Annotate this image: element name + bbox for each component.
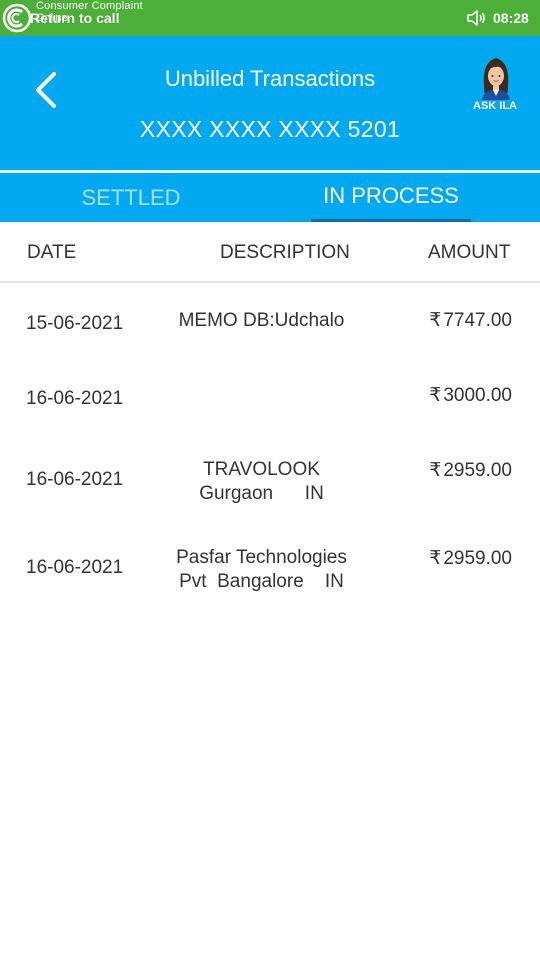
table-row[interactable]: 16-06-2021 ₹3000.00	[0, 358, 540, 433]
row-amount-value: 7747.00	[443, 310, 512, 331]
ask-ila-label[interactable]: ASK ILA	[473, 100, 517, 112]
tab-settled[interactable]: SETTLED	[40, 173, 222, 222]
page-title: Unbilled Transactions	[164, 66, 376, 91]
row-amount: ₹2959.00	[429, 459, 512, 482]
row-amount-value: 3000.00	[443, 385, 512, 406]
ask-ila-avatar-icon[interactable]	[472, 54, 520, 134]
row-description: TRAVOLOOK Gurgaon IN	[199, 459, 324, 504]
row-description: MEMO DB:Udchalo	[178, 310, 345, 331]
rupee-symbol: ₹	[429, 548, 442, 569]
card-number: XXXX XXXX XXXX 5201	[139, 116, 401, 142]
table-row[interactable]: 15-06-2021 MEMO DB:Udchalo ₹7747.00	[0, 283, 540, 358]
table-row[interactable]: 16-06-2021 Pasfar Technologies Pvt Banga…	[0, 521, 540, 609]
table-header: DATE DESCRIPTION AMOUNT	[0, 222, 540, 283]
clock: 08:28	[493, 10, 529, 26]
rupee-symbol: ₹	[429, 385, 442, 406]
rupee-symbol: ₹	[429, 310, 442, 331]
column-header-amount: AMOUNT	[428, 242, 511, 263]
column-header-description: DESCRIPTION	[220, 242, 350, 263]
row-amount-value: 2959.00	[443, 460, 512, 481]
column-header-date: DATE	[27, 242, 77, 263]
row-description: Pasfar Technologies Pvt Bangalore IN	[176, 547, 347, 592]
row-date: 16-06-2021	[26, 557, 124, 578]
cco-logo-icon	[2, 3, 32, 33]
status-bar: Consumer Complaint Online Return to call…	[0, 0, 540, 36]
tab-in-process[interactable]: IN PROCESS	[311, 173, 471, 222]
row-date: 16-06-2021	[26, 388, 124, 409]
row-amount: ₹3000.00	[429, 384, 512, 407]
volume-icon	[467, 10, 485, 26]
row-amount: ₹2959.00	[429, 547, 512, 570]
table-row[interactable]: 16-06-2021 TRAVOLOOK Gurgaon IN ₹2959.00	[0, 433, 540, 521]
app-header: Unbilled Transactions XXXX XXXX XXXX 520…	[0, 36, 540, 170]
transaction-list: 15-06-2021 MEMO DB:Udchalo ₹7747.00 16-0…	[0, 283, 540, 609]
row-amount: ₹7747.00	[429, 309, 512, 332]
tab-bar: SETTLED IN PROCESS	[0, 173, 540, 222]
return-to-call-link[interactable]: Return to call	[30, 10, 119, 26]
row-date: 15-06-2021	[26, 313, 124, 334]
rupee-symbol: ₹	[429, 460, 442, 481]
row-amount-value: 2959.00	[443, 548, 512, 569]
row-date: 16-06-2021	[26, 469, 124, 490]
